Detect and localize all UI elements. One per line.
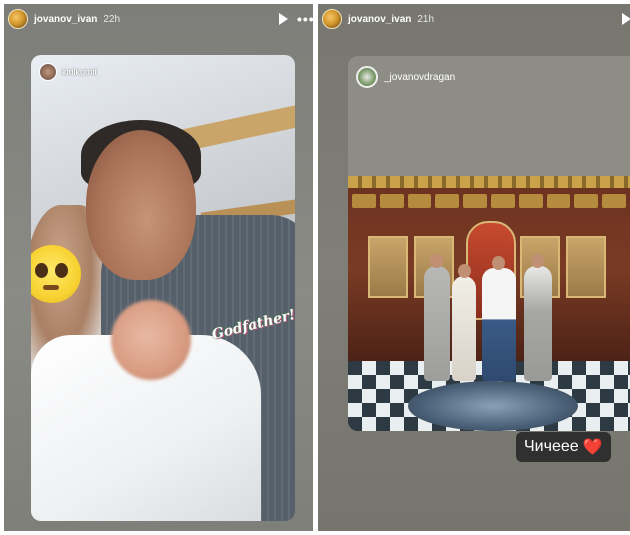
icon-panel — [566, 236, 606, 298]
story-left[interactable]: jovanov_ivan 22h ••• Godfather! kirilkum… — [4, 4, 313, 531]
story-username[interactable]: jovanov_ivan — [34, 14, 97, 25]
profile-avatar[interactable] — [8, 9, 28, 29]
person-head — [492, 256, 505, 270]
story-timestamp: 21h — [417, 13, 435, 25]
heart-icon: ❤️ — [582, 439, 603, 456]
story-header: jovanov_ivan 22h — [4, 4, 313, 34]
story-right[interactable]: jovanov_ivan 21h _jovanovdragan Чичеее ❤… — [318, 4, 630, 531]
person — [524, 266, 552, 381]
shared-post-username[interactable]: kirilkumit — [62, 67, 97, 77]
play-icon[interactable] — [279, 13, 288, 25]
icon-row — [352, 194, 626, 208]
caption-sticker: Чичеее ❤️ — [516, 432, 611, 462]
icon-panel — [368, 236, 408, 298]
gold-band — [348, 176, 630, 188]
person — [424, 266, 450, 381]
floor-rug — [408, 381, 578, 431]
shared-post-avatar[interactable] — [356, 66, 378, 88]
person-head — [458, 264, 471, 278]
shared-post-header[interactable]: _jovanovdragan — [356, 66, 455, 88]
shared-post-username[interactable]: _jovanovdragan — [384, 72, 455, 83]
play-icon[interactable] — [622, 13, 630, 25]
shared-post-avatar[interactable] — [39, 63, 57, 81]
shared-post-image[interactable]: _jovanovdragan — [348, 56, 630, 431]
man-head — [86, 130, 196, 280]
person-head — [430, 254, 443, 268]
more-icon[interactable]: ••• — [297, 12, 313, 26]
caption-text: Чичеее — [524, 438, 579, 455]
church-photo — [348, 176, 630, 431]
profile-avatar[interactable] — [322, 9, 342, 29]
shared-post-header[interactable]: kirilkumit — [39, 63, 97, 81]
person — [452, 276, 476, 381]
person-head — [531, 254, 544, 268]
story-header: jovanov_ivan 21h — [318, 4, 630, 34]
story-username[interactable]: jovanov_ivan — [348, 14, 411, 25]
story-timestamp: 22h — [103, 13, 121, 25]
baby-face-blurred — [111, 300, 191, 380]
shared-post-image[interactable]: Godfather! kirilkumit — [31, 55, 295, 521]
person — [482, 268, 516, 381]
